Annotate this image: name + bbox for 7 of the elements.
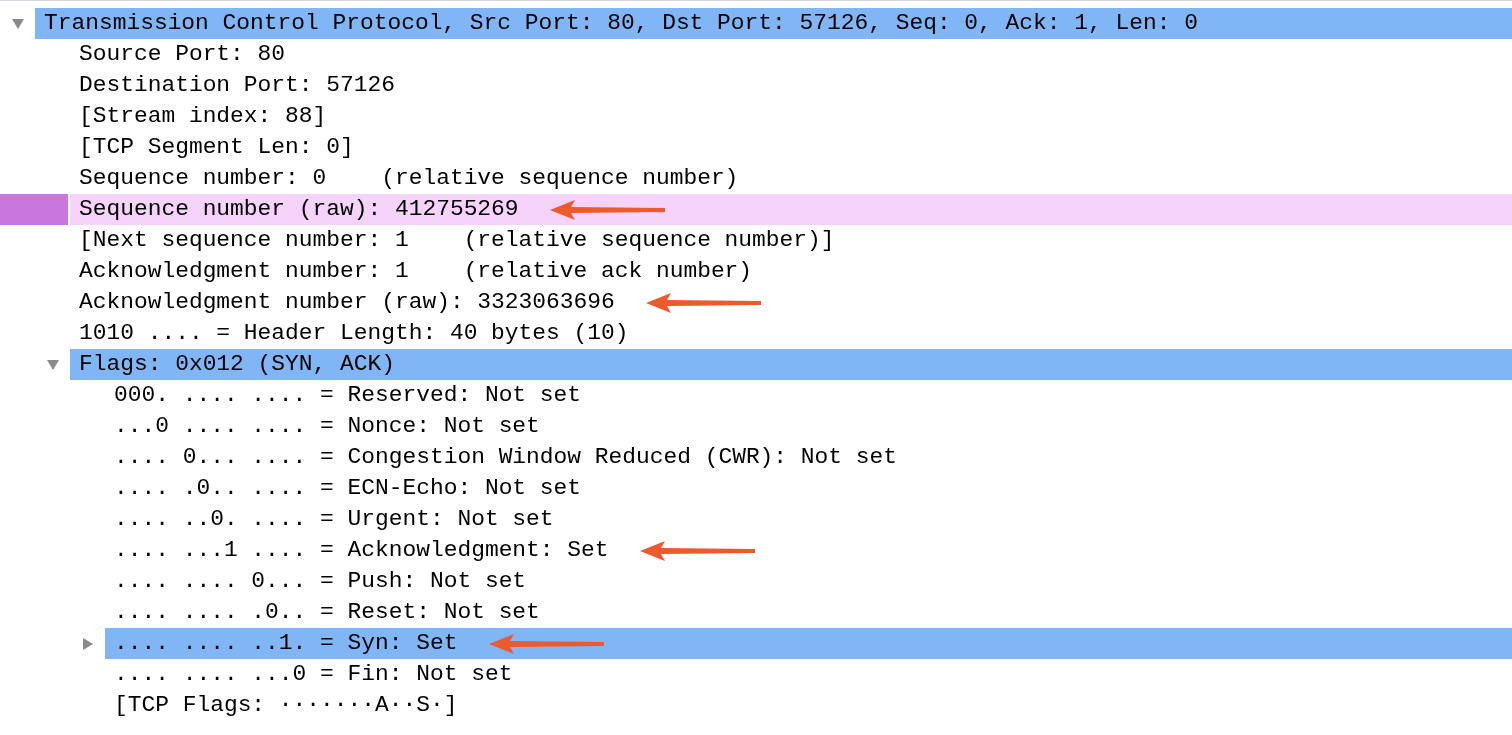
tree-item[interactable]: Transmission Control Protocol, Src Port: 80, Dst Port: 57126, Seq: 0, Ack: 1, Len: 0	[35, 8, 1512, 39]
disclosure-triangle-icon[interactable]	[11, 17, 25, 31]
tree-item[interactable]: .... .... ..1. = Syn: Set	[105, 628, 1512, 659]
disclosure-triangle-icon[interactable]	[81, 637, 95, 651]
tree-item[interactable]: Flags: 0x012 (SYN, ACK)	[70, 349, 1512, 380]
tree-item[interactable]: Sequence number (raw): 412755269	[70, 194, 1512, 225]
disclosure-triangle-icon[interactable]	[46, 358, 60, 372]
